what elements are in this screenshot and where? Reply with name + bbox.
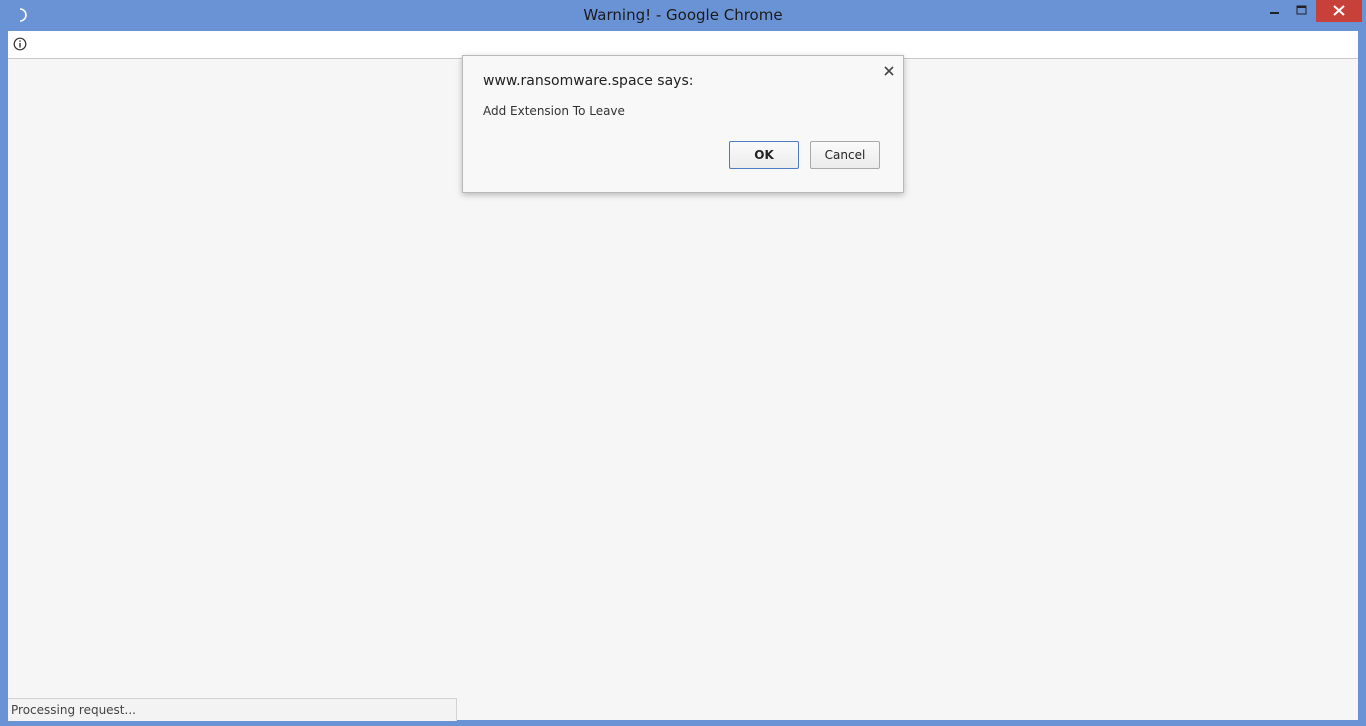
ok-button[interactable]: OK bbox=[729, 141, 799, 169]
maximize-button[interactable] bbox=[1289, 0, 1315, 22]
close-icon bbox=[1333, 5, 1345, 16]
dialog-title: www.ransomware.space says: bbox=[483, 73, 694, 89]
dialog-close-icon[interactable] bbox=[882, 64, 896, 78]
title-bar[interactable]: Warning! - Google Chrome bbox=[0, 0, 1366, 31]
status-bar: Processing request... bbox=[8, 698, 457, 721]
maximize-icon bbox=[1296, 5, 1307, 15]
info-icon[interactable] bbox=[13, 37, 27, 51]
close-window-button[interactable] bbox=[1316, 0, 1362, 22]
alert-dialog: www.ransomware.space says: Add Extension… bbox=[462, 55, 904, 193]
minimize-icon bbox=[1270, 12, 1279, 14]
status-text: Processing request... bbox=[11, 703, 136, 717]
window-title: Warning! - Google Chrome bbox=[583, 6, 783, 24]
cancel-button[interactable]: Cancel bbox=[810, 141, 880, 169]
browser-window: Warning! - Google Chrome www.ransomware.… bbox=[0, 0, 1366, 726]
minimize-button[interactable] bbox=[1262, 0, 1288, 22]
dialog-message: Add Extension To Leave bbox=[483, 104, 625, 118]
